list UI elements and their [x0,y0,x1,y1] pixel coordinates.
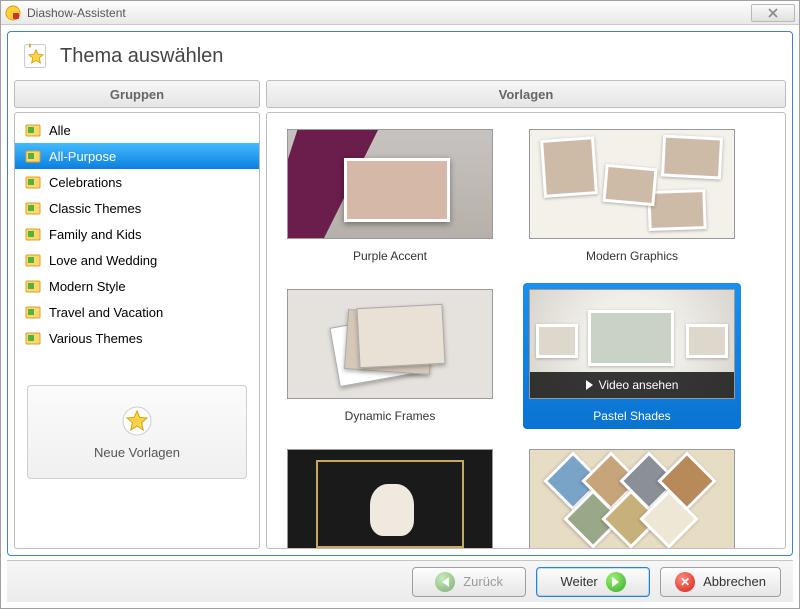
page-title: Thema auswählen [60,45,223,68]
template-purple-accent[interactable]: Purple Accent [281,123,499,269]
folder-icon [25,174,41,190]
columns: Gruppen Alle All-Purpose [8,80,792,555]
template-thumbnail [287,449,493,548]
cancel-label: Abbrechen [703,574,766,589]
group-label: All-Purpose [49,149,116,164]
template-label: Purple Accent [353,249,427,263]
template-modern-graphics[interactable]: Modern Graphics [523,123,741,269]
template-thumbnail [529,449,735,548]
folder-icon [25,304,41,320]
group-label: Celebrations [49,175,122,190]
folder-icon [25,226,41,242]
new-templates-label: Neue Vorlagen [94,445,180,460]
play-icon [586,380,593,390]
titlebar: Diashow-Assistent [1,1,799,25]
group-label: Alle [49,123,71,138]
group-item-alle[interactable]: Alle [15,117,259,143]
close-icon [768,8,778,18]
cancel-button[interactable]: ✕ Abbrechen [660,567,781,597]
group-item-family-and-kids[interactable]: Family and Kids [15,221,259,247]
group-item-various-themes[interactable]: Various Themes [15,325,259,351]
groups-header: Gruppen [14,80,260,108]
template-thumbnail: Video ansehen [529,289,735,399]
templates-header: Vorlagen [266,80,786,108]
template-label: Dynamic Frames [345,409,436,423]
main-panel: Thema auswählen Gruppen Alle [7,31,793,556]
templates-column: Vorlagen Purple Accent [266,80,786,549]
group-label: Various Themes [49,331,142,346]
template-pastel-shades[interactable]: Video ansehen Pastel Shades [523,283,741,429]
cancel-icon: ✕ [675,572,695,592]
video-overlay-label: Video ansehen [599,378,679,392]
next-button[interactable]: Weiter [536,567,650,597]
templates-body: Purple Accent Modern Grap [266,112,786,549]
footer: Zurück Weiter ✕ Abbrechen [7,560,793,602]
folder-icon [25,278,41,294]
template-thumbnail [287,289,493,399]
back-button[interactable]: Zurück [412,567,526,597]
folder-icon [25,122,41,138]
template-label: Pastel Shades [593,409,670,423]
template-item-5[interactable] [281,443,499,548]
group-item-all-purpose[interactable]: All-Purpose [15,143,259,169]
group-label: Travel and Vacation [49,305,163,320]
template-thumbnail [287,129,493,239]
app-icon [5,5,21,21]
group-item-travel-and-vacation[interactable]: Travel and Vacation [15,299,259,325]
group-item-celebrations[interactable]: Celebrations [15,169,259,195]
templates-scroll[interactable]: Purple Accent Modern Grap [267,113,785,548]
video-overlay[interactable]: Video ansehen [530,372,734,398]
arrow-left-icon [435,572,455,592]
arrow-right-icon [606,572,626,592]
group-label: Family and Kids [49,227,141,242]
folder-icon [25,252,41,268]
page-header-icon [22,42,50,70]
template-item-6[interactable] [523,443,741,548]
group-label: Love and Wedding [49,253,157,268]
groups-body: Alle All-Purpose Celebrations [14,112,260,549]
groups-column: Gruppen Alle All-Purpose [14,80,260,549]
page-header: Thema auswählen [8,32,792,80]
folder-icon [25,148,41,164]
template-thumbnail [529,129,735,239]
next-label: Weiter [560,574,597,589]
template-label: Modern Graphics [586,249,678,263]
folder-icon [25,330,41,346]
window-close-button[interactable] [751,4,795,22]
back-label: Zurück [463,574,503,589]
group-label: Classic Themes [49,201,141,216]
window-title: Diashow-Assistent [27,6,745,20]
content-frame: Thema auswählen Gruppen Alle [1,25,799,608]
new-templates-button[interactable]: Neue Vorlagen [27,385,247,479]
folder-icon [25,200,41,216]
group-item-modern-style[interactable]: Modern Style [15,273,259,299]
template-dynamic-frames[interactable]: Dynamic Frames [281,283,499,429]
groups-list: Alle All-Purpose Celebrations [15,113,259,355]
group-item-classic-themes[interactable]: Classic Themes [15,195,259,221]
templates-grid: Purple Accent Modern Grap [281,123,779,548]
window: Diashow-Assistent Thema auswählen Gruppe… [0,0,800,609]
group-item-love-and-wedding[interactable]: Love and Wedding [15,247,259,273]
group-label: Modern Style [49,279,126,294]
star-icon [121,405,153,437]
